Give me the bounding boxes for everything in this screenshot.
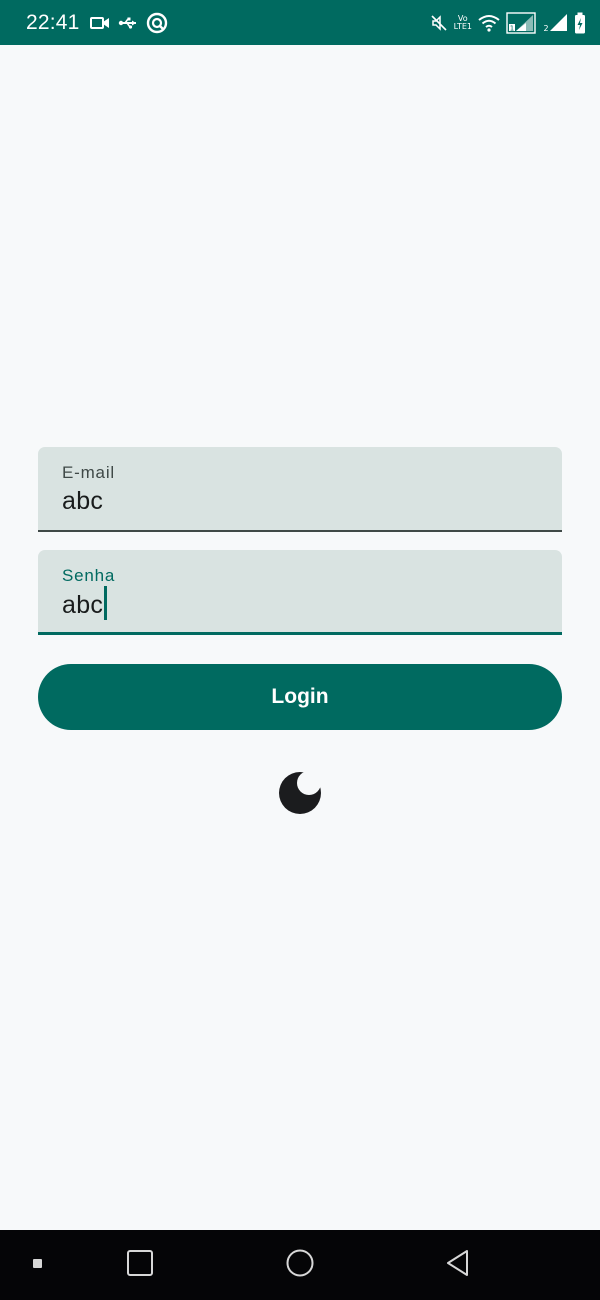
square-small-icon <box>33 1256 43 1274</box>
navigation-bar <box>0 1230 600 1300</box>
theme-toggle-button[interactable] <box>277 771 323 820</box>
password-field[interactable]: Senha abc <box>38 550 562 635</box>
square-outline-icon <box>126 1249 154 1282</box>
email-field[interactable]: E-mail abc <box>38 447 562 532</box>
circle-outline-icon <box>285 1248 315 1283</box>
email-input[interactable]: abc <box>62 485 103 517</box>
status-bar: 22:41 Vo LTE1 1 2 <box>0 0 600 45</box>
app-notification-icon <box>146 12 168 34</box>
password-label: Senha <box>62 566 116 585</box>
volte-icon: Vo LTE1 <box>453 14 472 31</box>
signal-sim1-icon: 1 <box>506 11 536 34</box>
volte-bottom-label: LTE1 <box>453 21 472 31</box>
back-button[interactable] <box>432 1230 484 1300</box>
status-left-icons <box>89 12 168 34</box>
text-cursor <box>104 586 108 620</box>
battery-charging-icon <box>574 12 586 34</box>
password-input[interactable]: abc <box>62 589 103 621</box>
email-label: E-mail <box>62 463 115 482</box>
back-triangle-icon <box>444 1248 472 1283</box>
video-camera-icon <box>89 16 110 30</box>
status-time: 22:41 <box>26 10 80 34</box>
login-button[interactable]: Login <box>38 664 562 730</box>
overview-button[interactable] <box>114 1230 166 1300</box>
signal-sim2-icon: 2 <box>542 13 568 33</box>
mute-icon <box>430 14 448 32</box>
status-right-icons: Vo LTE1 1 2 <box>430 11 586 34</box>
svg-text:1: 1 <box>510 24 514 32</box>
svg-text:2: 2 <box>543 24 548 33</box>
password-value-wrap: abc <box>62 586 108 620</box>
home-button[interactable] <box>274 1230 326 1300</box>
recents-button[interactable] <box>18 1230 58 1300</box>
wifi-icon <box>478 14 500 32</box>
moon-icon <box>278 771 322 820</box>
usb-icon <box>118 16 138 30</box>
